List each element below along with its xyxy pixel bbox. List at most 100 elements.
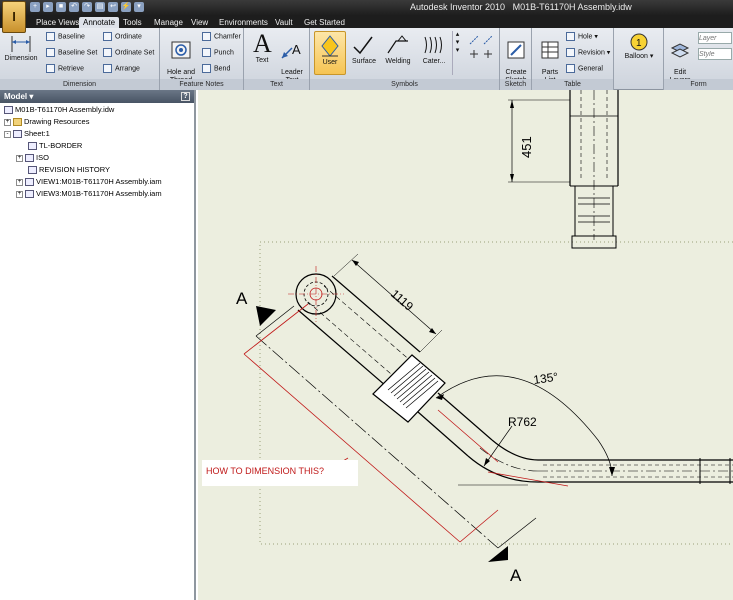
section-label-top[interactable]: A xyxy=(236,289,248,308)
return-icon[interactable]: ↩ xyxy=(108,2,118,12)
feature-notes-panel: Hole and Thread Chamfer Punch Bend Featu… xyxy=(160,28,244,90)
length-dimension-text[interactable]: 1119 xyxy=(388,287,416,314)
undo-icon[interactable]: ↶ xyxy=(69,2,79,12)
balloon-icon-number: 1 xyxy=(636,38,642,49)
drawing-sheet[interactable]: 451 1119 135° R762 A A HOW TO DIMENSION … xyxy=(198,90,733,600)
expand-icon[interactable]: + xyxy=(16,190,23,198)
hole-thread-icon xyxy=(171,41,191,59)
hole-table-icon xyxy=(566,32,575,41)
layer-select[interactable] xyxy=(698,32,732,44)
punch-button[interactable]: Punch xyxy=(202,48,234,57)
format-panel: Edit Layers Form xyxy=(664,28,733,90)
tree-item-drawing-resources[interactable]: + Drawing Resources xyxy=(4,117,89,127)
caterpillar-button[interactable]: Cater... xyxy=(417,33,451,66)
svg-text:A: A xyxy=(253,30,272,56)
application-menu-button[interactable]: I xyxy=(2,1,26,33)
welding-label: Welding xyxy=(385,58,411,65)
save-icon[interactable]: ■ xyxy=(56,2,66,12)
note-sketch[interactable] xyxy=(243,303,499,543)
text-label: Text xyxy=(255,57,269,64)
baseline-set-button[interactable]: Baseline Set xyxy=(46,48,97,57)
tree-item-revision-history[interactable]: REVISION HISTORY xyxy=(28,165,110,175)
tree-item-tl-border[interactable]: TL-BORDER xyxy=(28,141,82,151)
tree-item-document[interactable]: M01B-T61170H Assembly.idw xyxy=(4,105,114,115)
punch-icon xyxy=(202,48,211,57)
new-icon[interactable]: + xyxy=(30,2,40,12)
length-dimension[interactable] xyxy=(333,253,443,353)
hole-table-button[interactable]: Hole ▾ xyxy=(566,32,598,41)
caterpillar-label: Cater... xyxy=(422,58,446,65)
section-label-bottom[interactable]: A xyxy=(510,566,522,585)
edit-layers-button[interactable]: Edit Layers xyxy=(666,32,694,85)
vertical-dimension-text[interactable]: 451 xyxy=(519,136,534,158)
open-icon[interactable]: ▸ xyxy=(43,2,53,12)
hole-thread-button[interactable]: Hole and Thread xyxy=(163,32,199,85)
bend-button[interactable]: Bend xyxy=(202,64,230,73)
collapse-icon[interactable]: - xyxy=(4,130,11,138)
ordinate-set-button[interactable]: Ordinate Set xyxy=(103,48,154,57)
arrange-button[interactable]: Arrange xyxy=(103,64,140,73)
text-button[interactable]: A Text xyxy=(248,30,276,65)
create-sketch-button[interactable]: Create Sketch xyxy=(502,32,530,85)
tab-get-started[interactable]: Get Started xyxy=(300,17,349,28)
chamfer-label: Chamfer xyxy=(214,33,241,41)
tree-item-iso[interactable]: + ISO xyxy=(16,153,49,163)
baseline-button[interactable]: Baseline xyxy=(46,32,85,41)
expand-icon[interactable]: + xyxy=(4,118,11,126)
redo-icon[interactable]: ↷ xyxy=(82,2,92,12)
tree-item-view3[interactable]: + VIEW3:M01B-T61170H Assembly.iam xyxy=(16,189,162,199)
revision-table-icon xyxy=(566,48,575,57)
tab-view[interactable]: View xyxy=(187,17,212,28)
tree-item-sheet[interactable]: - Sheet:1 xyxy=(4,129,50,139)
dimension-panel-label: Dimension xyxy=(0,79,159,90)
welding-icon xyxy=(387,35,408,54)
print-icon[interactable]: ▤ xyxy=(95,2,105,12)
chamfer-button[interactable]: Chamfer xyxy=(202,32,241,41)
document-name: M01B-T61170H Assembly.idw xyxy=(512,2,632,12)
dimension-button[interactable]: Dimension xyxy=(3,32,39,63)
balloon-icon: 1 xyxy=(630,33,648,51)
tab-tools[interactable]: Tools xyxy=(119,17,146,28)
update-icon[interactable]: ⚡ xyxy=(121,2,131,12)
help-icon[interactable]: ? xyxy=(181,92,190,101)
expand-icon[interactable]: + xyxy=(16,154,23,162)
balloon-button[interactable]: 1 Balloon ▾ xyxy=(622,32,656,61)
style-select[interactable] xyxy=(698,48,732,60)
general-table-button[interactable]: General xyxy=(566,64,603,73)
expand-icon[interactable]: + xyxy=(16,178,23,186)
text-icon: A xyxy=(253,30,272,56)
leader-text-icon: A xyxy=(281,42,301,59)
browser-title: Model xyxy=(4,92,28,101)
bend-label: Bend xyxy=(214,65,231,73)
tab-environments[interactable]: Environments xyxy=(215,17,272,28)
ordinate-button[interactable]: Ordinate xyxy=(103,32,142,41)
tree-item-view1[interactable]: + VIEW1:M01B-T61170H Assembly.iam xyxy=(16,177,162,187)
browser-header[interactable]: Model ▾ ? xyxy=(0,90,194,103)
drawing-canvas[interactable]: 451 1119 135° R762 A A HOW TO DIMENSION … xyxy=(198,90,733,600)
radius-dimension-text[interactable]: R762 xyxy=(508,415,537,429)
dimension-label: Dimension xyxy=(4,55,38,62)
balloon-panel: 1 Balloon ▾ xyxy=(614,28,664,90)
tab-annotate[interactable]: Annotate xyxy=(79,17,120,28)
parts-list-button[interactable]: Parts List xyxy=(536,32,564,85)
retrieve-button[interactable]: Retrieve xyxy=(46,64,84,73)
pipe-view[interactable] xyxy=(288,266,733,487)
welding-button[interactable]: Welding xyxy=(382,33,414,66)
tab-vault[interactable]: Vault xyxy=(271,17,297,28)
tab-place-views[interactable]: Place Views xyxy=(32,17,83,28)
top-view[interactable] xyxy=(508,90,619,249)
leader-text-button[interactable]: A Leader Text xyxy=(277,32,307,85)
section-line[interactable] xyxy=(255,305,537,562)
angle-dimension-text[interactable]: 135° xyxy=(532,370,559,387)
symbols-gallery-scroll[interactable]: ▴ ▾ ▾ xyxy=(452,31,462,75)
chamfer-icon xyxy=(202,32,211,41)
question-note[interactable]: HOW TO DIMENSION THIS? xyxy=(206,466,324,476)
centerline-tools-icon[interactable] xyxy=(466,32,498,72)
tab-manage[interactable]: Manage xyxy=(150,17,187,28)
user-symbol-button[interactable]: User xyxy=(314,31,346,75)
select-icon[interactable]: ▾ xyxy=(134,2,144,12)
view-icon xyxy=(25,190,34,199)
surface-button[interactable]: Surface xyxy=(350,33,378,66)
revision-table-button[interactable]: Revision ▾ xyxy=(566,48,610,57)
general-table-icon xyxy=(566,64,575,73)
